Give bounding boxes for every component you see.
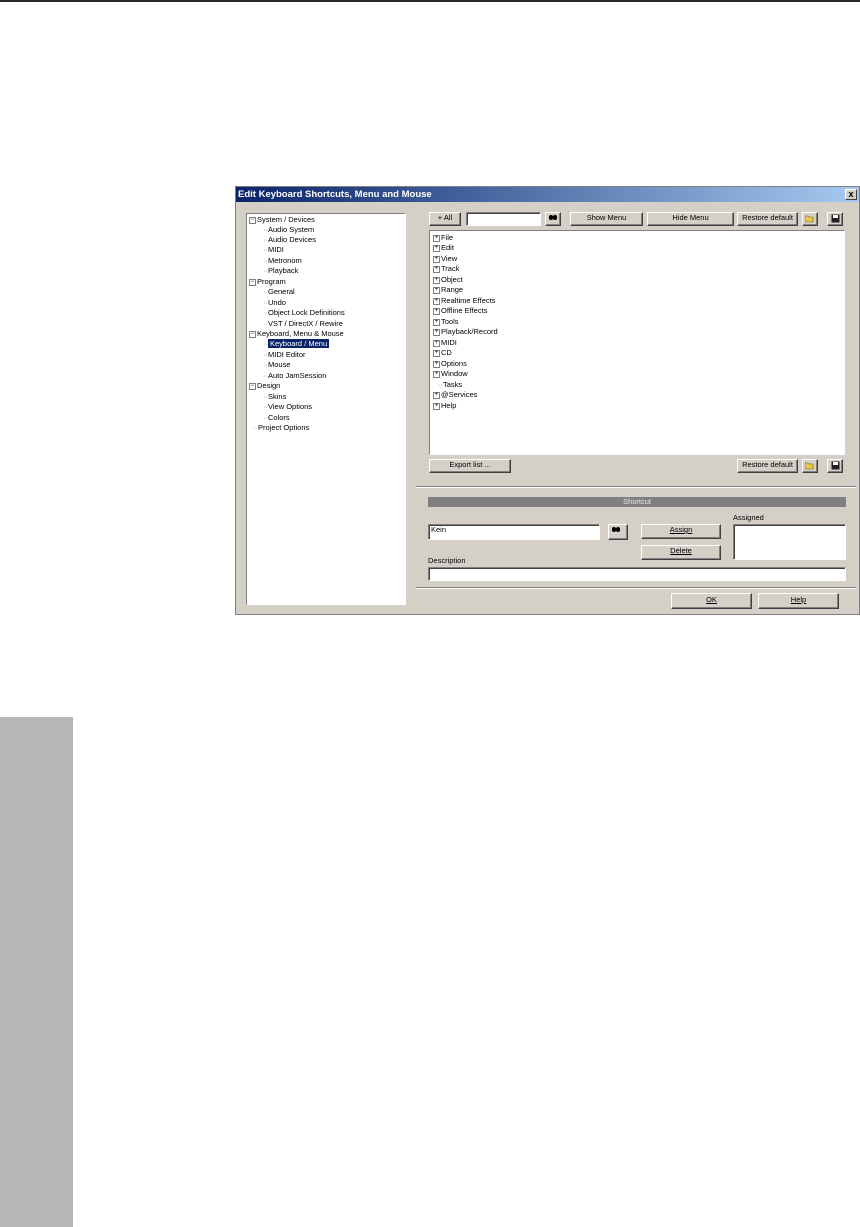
expand-icon[interactable]: + — [433, 360, 440, 368]
page-side-tab — [0, 717, 73, 1227]
shortcut-input[interactable]: Kein — [428, 524, 600, 540]
restore-default-lower-button[interactable]: Restore default — [737, 459, 798, 473]
menu-item-options[interactable]: + Options — [433, 359, 467, 369]
menu-item-offline-effects[interactable]: + Offline Effects — [433, 306, 487, 316]
menu-structure-list: + File + Edit + View + Track + Object + Range … — [429, 230, 845, 455]
tree-item-view-options[interactable]: ··View Options — [263, 402, 312, 412]
expand-all-button[interactable]: + All — [429, 212, 461, 226]
expand-icon[interactable]: + — [433, 339, 440, 347]
save-disk-lower-icon[interactable] — [827, 459, 843, 473]
tree-item-colors[interactable]: ··Colors — [263, 413, 290, 423]
expand-icon[interactable]: + — [433, 328, 440, 336]
assigned-list — [733, 524, 846, 560]
expand-icon[interactable]: + — [433, 391, 440, 399]
find-binoculars-icon[interactable] — [545, 212, 561, 226]
delete-button[interactable]: Delete — [641, 545, 721, 560]
tree-item-midi[interactable]: ··MIDI — [263, 245, 284, 255]
search-input[interactable] — [466, 212, 541, 226]
menu-item-realtime-effects[interactable]: + Realtime Effects — [433, 296, 495, 306]
tree-item-auto-jamsession[interactable]: ··Auto JamSession — [263, 371, 326, 381]
close-button[interactable]: x — [845, 189, 857, 200]
expand-icon[interactable]: + — [433, 370, 440, 378]
menu-item-edit[interactable]: + Edit — [433, 243, 454, 253]
restore-default-button[interactable]: Restore default — [737, 212, 798, 226]
tree-item-metronom[interactable]: ··Metronom — [263, 256, 302, 266]
hide-menu-button[interactable]: Hide Menu — [647, 212, 734, 226]
manual-page: Edit Keyboard Shortcuts, Menu and Mouse … — [0, 0, 860, 1227]
expand-icon[interactable]: + — [433, 265, 440, 273]
expand-icon[interactable]: + — [433, 276, 440, 284]
edit-shortcuts-dialog: Edit Keyboard Shortcuts, Menu and Mouse … — [235, 186, 860, 615]
tree-item-object-lock[interactable]: ··Object Lock Definitions — [263, 308, 345, 318]
tree-item-playback[interactable]: ··Playback — [263, 266, 298, 276]
menu-item-midi[interactable]: + MIDI — [433, 338, 457, 348]
menu-item-object[interactable]: + Object — [433, 275, 463, 285]
collapse-icon[interactable]: − — [249, 278, 256, 286]
tree-item-audio-devices[interactable]: ··Audio Devices — [263, 235, 316, 245]
expand-icon[interactable]: + — [433, 307, 440, 315]
ok-button[interactable]: OK — [671, 593, 752, 609]
tree-item-skins[interactable]: ··Skins — [263, 392, 286, 402]
find-shortcut-binoculars-icon[interactable] — [608, 524, 628, 540]
description-field — [428, 567, 846, 581]
divider — [416, 587, 856, 589]
menu-item-cd[interactable]: + CD — [433, 348, 452, 358]
export-list-button[interactable]: Export list ... — [429, 459, 511, 473]
tree-item-project-options[interactable]: ··Project Options — [253, 423, 309, 433]
collapse-icon[interactable]: − — [249, 330, 256, 338]
tree-item-keyboard-menu-mouse[interactable]: − Keyboard, Menu & Mouse — [249, 329, 344, 339]
show-menu-button[interactable]: Show Menu — [570, 212, 643, 226]
expand-icon[interactable]: + — [433, 244, 440, 252]
menu-item-track[interactable]: + Track — [433, 264, 459, 274]
collapse-icon[interactable]: − — [249, 382, 256, 390]
open-folder-icon[interactable] — [802, 212, 818, 226]
assign-button[interactable]: Assign — [641, 524, 721, 539]
expand-icon[interactable]: + — [433, 286, 440, 294]
assigned-label: Assigned — [733, 513, 764, 522]
menu-item-tools[interactable]: + Tools — [433, 317, 459, 327]
tree-item-undo[interactable]: ··Undo — [263, 298, 286, 308]
menu-item-file[interactable]: + File — [433, 233, 453, 243]
shortcut-section-header: Shortcut — [428, 497, 846, 507]
expand-icon[interactable]: + — [433, 234, 440, 242]
tree-item-design[interactable]: − Design — [249, 381, 280, 391]
help-button[interactable]: Help — [758, 593, 839, 609]
collapse-icon[interactable]: − — [249, 216, 256, 224]
open-folder-lower-icon[interactable] — [802, 459, 818, 473]
save-disk-icon[interactable] — [827, 212, 843, 226]
tree-item-mouse[interactable]: ··Mouse — [263, 360, 291, 370]
expand-icon[interactable]: + — [433, 318, 440, 326]
tree-item-program[interactable]: − Program — [249, 277, 286, 287]
menu-item-services[interactable]: + @Services — [433, 390, 477, 400]
divider — [416, 486, 856, 488]
expand-icon[interactable]: + — [433, 297, 440, 305]
page-top-rule — [0, 0, 860, 2]
tree-item-keyboard-menu[interactable]: ·· Keyboard / Menu — [263, 339, 330, 349]
menu-item-range[interactable]: + Range — [433, 285, 463, 295]
expand-icon[interactable]: + — [433, 255, 440, 263]
menu-item-tasks[interactable]: ··Tasks — [438, 380, 462, 390]
tree-item-system-devices[interactable]: − System / Devices — [249, 215, 315, 225]
settings-tree: − System / Devices ··Audio System ··Audio… — [246, 213, 406, 605]
tree-item-midi-editor[interactable]: ··MIDI Editor — [263, 350, 306, 360]
menu-item-window[interactable]: + Window — [433, 369, 468, 379]
menu-item-view[interactable]: + View — [433, 254, 457, 264]
description-label: Description — [428, 556, 466, 565]
tree-item-audio-system[interactable]: ··Audio System — [263, 225, 314, 235]
menu-item-playback-record[interactable]: + Playback/Record — [433, 327, 498, 337]
tree-item-vst[interactable]: ··VST / DirectX / Rewire — [263, 319, 343, 329]
menu-item-help[interactable]: + Help — [433, 401, 456, 411]
dialog-title: Edit Keyboard Shortcuts, Menu and Mouse — [236, 187, 859, 202]
expand-icon[interactable]: + — [433, 402, 440, 410]
expand-icon[interactable]: + — [433, 349, 440, 357]
tree-item-general[interactable]: ··General — [263, 287, 295, 297]
